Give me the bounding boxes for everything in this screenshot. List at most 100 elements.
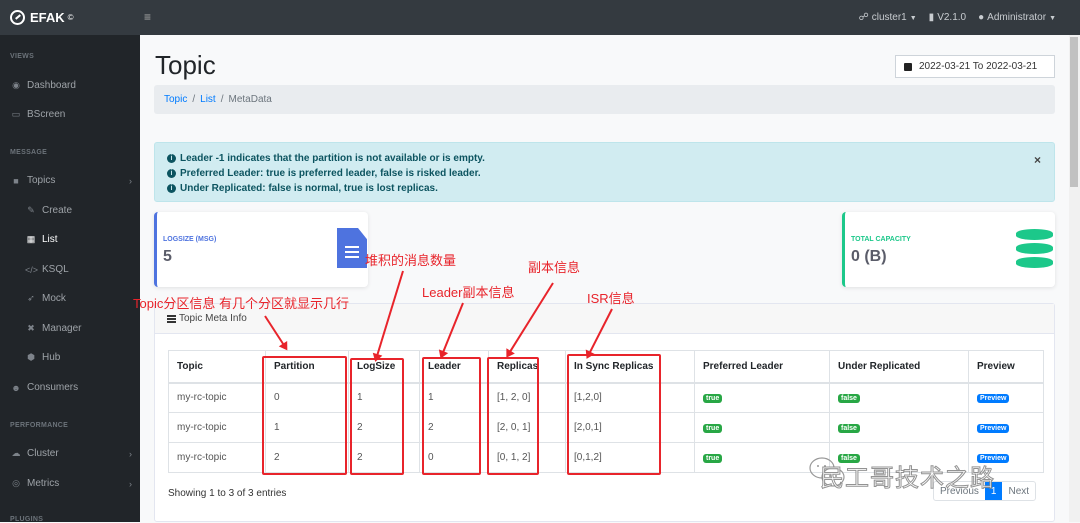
cube-icon: ⬢: [27, 352, 35, 362]
copyright-mark: ©: [67, 13, 74, 22]
annotation-partition: Topic分区信息 有几个分区就显示几行: [133, 296, 349, 311]
efak-logo-icon: [10, 10, 25, 25]
app-name: EFAK: [30, 10, 65, 25]
col-topic[interactable]: Topic: [168, 350, 266, 384]
annotation-box-leader: [422, 357, 481, 475]
table-info: Showing 1 to 3 of 3 entries: [168, 488, 287, 499]
breadcrumb-separator: /: [192, 94, 196, 105]
capacity-value: 0 (B): [851, 248, 887, 265]
sidebar-item-bscreen[interactable]: ▭ BScreen: [10, 109, 132, 120]
tools-icon: ✖: [27, 323, 35, 333]
top-navbar: EFAK © ≡ ☍ cluster1 ▼ ▮ V2.1.0 ● Administrat…: [0, 0, 1080, 35]
paper-plane-icon: ➶: [27, 293, 35, 303]
cell-topic: my-rc-topic: [168, 412, 266, 443]
capacity-label: TOTAL CAPACITY: [851, 236, 911, 243]
alert-line: i Under Replicated: false is normal, true…: [167, 181, 1042, 196]
sitemap-icon: ☍: [858, 12, 869, 23]
user-icon: ●: [978, 12, 985, 23]
annotation-replicas: 副本信息: [528, 260, 581, 275]
sidebar-toggle-icon[interactable]: ≡: [144, 11, 154, 23]
watermark-text: 民工哥技术之路: [820, 465, 995, 493]
annotation-box-isr: [567, 354, 661, 475]
chevron-right-icon: ›: [129, 448, 132, 459]
caret-down-icon: ▼: [909, 15, 917, 22]
file-alt-icon: [337, 228, 367, 268]
annotation-isr: ISR信息: [587, 291, 635, 306]
sidebar-item-topics[interactable]: ■ Topics ›: [10, 175, 132, 186]
breadcrumb-list[interactable]: List: [200, 94, 216, 105]
users-icon: ☻: [11, 382, 21, 393]
capacity-card: TOTAL CAPACITY 0 (B): [842, 212, 1055, 287]
pagination-next[interactable]: Next: [1002, 482, 1035, 500]
cell-topic: my-rc-topic: [168, 382, 266, 413]
under-replicated-badge: false: [838, 394, 860, 404]
cluster-dropdown[interactable]: ☍ cluster1 ▼: [859, 12, 917, 23]
col-under-replicated[interactable]: Under Replicated: [829, 350, 969, 384]
sidebar-item-dashboard[interactable]: ◉ Dashboard: [10, 80, 132, 91]
sidebar-heading-message: MESSAGE: [10, 149, 48, 156]
sidebar-item-list[interactable]: ▦ List: [25, 234, 58, 245]
preview-button[interactable]: Preview: [977, 424, 1010, 433]
page-title: Topic: [155, 50, 216, 80]
alert-line: i Preferred Leader: true is preferred lea…: [167, 166, 1042, 181]
database-icon: [1016, 229, 1053, 269]
logsize-label: LOGSIZE (MSG): [163, 236, 217, 243]
scrollbar-thumb[interactable]: [1070, 37, 1078, 187]
chevron-right-icon: ›: [129, 175, 132, 186]
col-preferred-leader[interactable]: Preferred Leader: [694, 350, 830, 384]
cloud-icon: ☁: [11, 448, 21, 458]
col-preview[interactable]: Preview: [968, 350, 1044, 384]
table-icon: ▦: [26, 234, 36, 244]
sidebar-item-manager[interactable]: ✖ Manager: [25, 323, 81, 334]
sidebar-item-cluster[interactable]: ☁ Cluster ›: [10, 448, 133, 459]
logsize-card: LOGSIZE (MSG) 5: [154, 212, 368, 287]
calendar-icon: [904, 62, 912, 71]
page-scrollbar[interactable]: [1069, 35, 1080, 522]
info-circle-icon: i: [167, 169, 176, 178]
comment-icon: ■: [13, 175, 19, 186]
version-label: ▮ V2.1.0: [928, 12, 967, 23]
annotation-logsize: 堆积的消息数量: [365, 253, 457, 268]
bookmark-icon: ▮: [928, 12, 935, 23]
sidebar-item-ksql[interactable]: </> KSQL: [25, 264, 69, 275]
annotation-box-partition: [262, 356, 347, 475]
annotation-leader: Leader副本信息: [422, 285, 515, 300]
preview-button[interactable]: Preview: [977, 394, 1010, 404]
list-icon: [167, 314, 176, 323]
sidebar-heading-performance: PERFORMANCE: [10, 422, 69, 429]
dashboard-icon: ◉: [12, 80, 20, 90]
preferred-leader-badge: true: [703, 394, 723, 404]
logsize-value: 5: [163, 248, 172, 265]
preferred-leader-badge: true: [703, 424, 723, 433]
info-alert: i Leader -1 indicates that the partition …: [154, 142, 1055, 202]
info-circle-icon: i: [167, 154, 176, 163]
code-icon: </>: [25, 264, 39, 275]
info-circle-icon: i: [167, 184, 176, 193]
sidebar-item-consumers[interactable]: ☻ Consumers: [10, 382, 132, 393]
sidebar: VIEWS ◉ Dashboard ▭ BScreen MESSAGE ■ Topic…: [0, 35, 140, 523]
chevron-right-icon: ›: [129, 478, 132, 489]
caret-down-icon: ▼: [1049, 15, 1056, 22]
cell-topic: my-rc-topic: [168, 442, 266, 473]
close-icon[interactable]: ×: [1034, 153, 1041, 167]
alert-line: i Leader -1 indicates that the partition …: [167, 151, 1042, 166]
sidebar-item-metrics[interactable]: ◎ Metrics ›: [10, 478, 132, 489]
preferred-leader-badge: true: [703, 454, 723, 463]
sidebar-heading-views: VIEWS: [10, 53, 35, 60]
breadcrumb-topic[interactable]: Topic: [164, 94, 187, 105]
user-dropdown[interactable]: ● Administrator ▼: [978, 12, 1056, 23]
sidebar-item-hub[interactable]: ⬢ Hub: [25, 352, 60, 363]
under-replicated-badge: false: [838, 424, 860, 433]
desktop-icon: ▭: [11, 109, 21, 119]
breadcrumb-separator: /: [220, 94, 224, 105]
date-range-picker[interactable]: 2022-03-21 To 2022-03-21: [895, 55, 1055, 78]
edit-icon: ✎: [27, 205, 35, 215]
eye-icon: ◎: [12, 478, 20, 488]
breadcrumb-current: MetaData: [228, 94, 272, 105]
annotation-box-replicas: [487, 357, 539, 475]
brand[interactable]: EFAK ©: [10, 0, 74, 35]
breadcrumb: Topic / List / MetaData: [154, 85, 1055, 114]
sidebar-item-create[interactable]: ✎ Create: [25, 205, 72, 216]
sidebar-item-mock[interactable]: ➶ Mock: [25, 293, 66, 304]
annotation-box-logsize: [350, 358, 404, 475]
